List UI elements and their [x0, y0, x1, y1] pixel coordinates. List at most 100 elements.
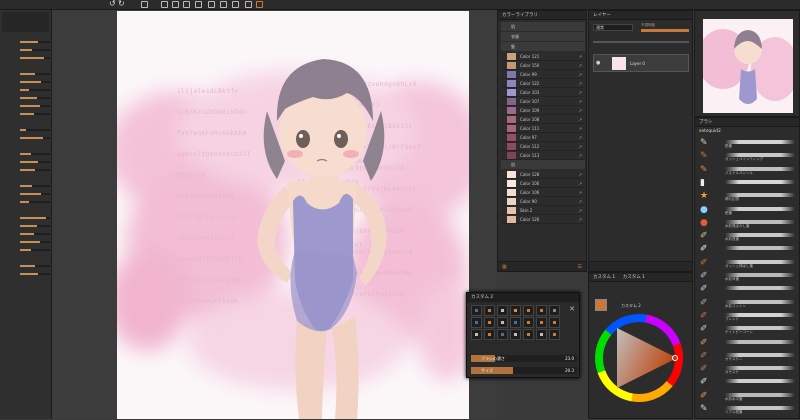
arrow-icon[interactable]: ↗ [579, 179, 582, 188]
brush-shortcut-icon[interactable] [510, 317, 521, 328]
brush-shortcut-icon[interactable] [536, 317, 547, 328]
current-color-swatch[interactable] [595, 299, 607, 311]
arrow-icon[interactable]: ↗ [579, 61, 582, 70]
color-swatch[interactable] [507, 152, 516, 159]
brush-item[interactable]: ✎ ガッシュペインティング [697, 149, 799, 163]
list-view-icon[interactable]: ☰ [578, 264, 582, 270]
arrow-icon[interactable]: ↗ [579, 170, 582, 179]
arrow-icon[interactable]: ↗ [579, 215, 582, 224]
color-swatch[interactable] [507, 107, 516, 114]
color-folder[interactable]: 髪 [501, 42, 585, 51]
slider-row[interactable] [2, 240, 50, 244]
brush-item[interactable]: ● 鉛筆 [697, 203, 799, 217]
color-swatch-row[interactable]: Color 97 ↗ [501, 133, 585, 142]
transform-icon[interactable] [141, 1, 148, 8]
brush-item[interactable]: ✐ 水彩水平筆 [697, 389, 799, 403]
brush-item[interactable]: ✐ [697, 242, 799, 256]
arrow-icon[interactable]: ↗ [579, 142, 582, 151]
brush-shortcut-icon[interactable] [549, 317, 560, 328]
brush-item[interactable]: ✐ [697, 375, 799, 389]
color-folder[interactable]: 肌 [501, 22, 585, 31]
brush-item[interactable]: ✐ カサスケニ [697, 349, 799, 363]
slider-row[interactable] [2, 168, 50, 172]
slider-row[interactable] [2, 96, 50, 100]
color-swatch-row[interactable]: Color 106 ↗ [501, 179, 585, 188]
grid-view-icon[interactable]: ▦ [502, 264, 507, 270]
slider-row[interactable] [2, 224, 50, 228]
brush-shortcut-icon[interactable] [510, 329, 521, 340]
arrow-icon[interactable]: ↗ [579, 88, 582, 97]
color-swatch-row[interactable]: Color 99 ↗ [501, 70, 585, 79]
undo-icon[interactable]: ↺ [109, 0, 116, 8]
color-swatch-row[interactable]: Color 112 ↗ [501, 142, 585, 151]
brush-item[interactable]: ✐ カサスケ [697, 362, 799, 376]
slider-row[interactable] [2, 72, 50, 76]
slider-row[interactable] [2, 232, 50, 236]
brush-shortcut-icon[interactable] [484, 305, 495, 316]
arrow-icon[interactable]: ↗ [579, 70, 582, 79]
brush-item[interactable]: ✐ [697, 336, 799, 350]
slider-row[interactable] [2, 112, 50, 116]
navigator-preview[interactable] [703, 19, 793, 113]
arrow-icon[interactable]: ↗ [579, 115, 582, 124]
color-swatch[interactable] [507, 62, 516, 69]
blend-mode-select[interactable]: 通常 [593, 24, 633, 31]
redo-icon[interactable]: ↻ [118, 0, 125, 8]
color-swatch-row[interactable]: Color 111 ↗ [501, 124, 585, 133]
brush-item[interactable]: ✐ 水彩コットン [697, 296, 799, 310]
brush-shortcut-icon[interactable] [549, 305, 560, 316]
layer-op-icon[interactable] [232, 1, 239, 8]
brush-item[interactable]: ✎ 鉛筆 [697, 136, 799, 150]
color-wheel[interactable] [589, 273, 694, 420]
brush-item[interactable]: ✎ リアル鉛筆 [697, 402, 799, 416]
brush-item[interactable]: ● 水彩長ぼかし筆 [697, 216, 799, 230]
brush-item[interactable]: ★ 晴れ幻想 [697, 189, 799, 203]
color-swatch-row[interactable]: Color 122 ↗ [501, 79, 585, 88]
brush-shortcut-icon[interactable] [536, 329, 547, 340]
brush-shortcut-icon[interactable] [536, 305, 547, 316]
brush-item[interactable]: ✎ パステルペンシル [697, 163, 799, 177]
slider-row[interactable] [2, 192, 50, 196]
layer-op-icon[interactable] [256, 1, 263, 8]
color-swatch-row[interactable]: Color 107 ↗ [501, 97, 585, 106]
brush-shortcut-icon[interactable] [471, 317, 482, 328]
color-swatch-row[interactable]: Color 121 ↗ [501, 52, 585, 61]
visibility-icon[interactable]: ● [596, 60, 600, 66]
layer-op-icon[interactable] [161, 1, 168, 8]
color-swatch-row[interactable]: Color 90 ↗ [501, 197, 585, 206]
brush-shortcut-icon[interactable] [523, 329, 534, 340]
color-swatch-row[interactable]: Color 103 ↗ [501, 88, 585, 97]
wrench-icon[interactable]: ✕ [569, 305, 575, 313]
color-swatch-row[interactable]: Color 126 ↗ [501, 215, 585, 224]
color-swatch-row[interactable]: Color 106 ↗ [501, 188, 585, 197]
brush-shortcut-icon[interactable] [549, 329, 560, 340]
brush-shortcut-icon[interactable] [497, 317, 508, 328]
color-swatch[interactable] [507, 89, 516, 96]
brush-shortcut-icon[interactable] [484, 329, 495, 340]
arrow-icon[interactable]: ↗ [579, 79, 582, 88]
color-swatch-row[interactable]: Color 128 ↗ [501, 170, 585, 179]
brush-item[interactable]: ✐ 水彩滲筆 [697, 269, 799, 283]
brush-item[interactable]: ✐ ケイトピーコーン [697, 322, 799, 336]
color-swatch[interactable] [507, 53, 516, 60]
slider-row[interactable] [2, 136, 50, 140]
slider-row[interactable] [2, 248, 50, 252]
brush-size-slider[interactable]: サイズ 20.3 [471, 367, 577, 374]
brush-item[interactable]: ✐ ガッシュ伸ばし筆 [697, 256, 799, 270]
layer-op-icon[interactable] [220, 1, 227, 8]
brush-shortcut-icon[interactable] [471, 305, 482, 316]
slider-row[interactable] [2, 216, 50, 220]
layer-row[interactable]: ● Layer 0 [593, 54, 689, 72]
brush-item[interactable]: ✐ [697, 282, 799, 296]
brush-shortcut-icon[interactable] [510, 305, 521, 316]
color-swatch-row[interactable]: Skin 2 ↗ [501, 206, 585, 215]
arrow-icon[interactable]: ↗ [579, 133, 582, 142]
color-swatch[interactable] [507, 116, 516, 123]
color-folder[interactable]: 衣服 [501, 32, 585, 41]
color-swatch-row[interactable]: Color 150 ↗ [501, 61, 585, 70]
color-swatch-row[interactable]: Color 108 ↗ [501, 115, 585, 124]
color-swatch[interactable] [507, 71, 516, 78]
color-swatch-row[interactable]: Color 109 ↗ [501, 106, 585, 115]
slider-row[interactable] [2, 272, 50, 276]
color-swatch[interactable] [507, 180, 516, 187]
